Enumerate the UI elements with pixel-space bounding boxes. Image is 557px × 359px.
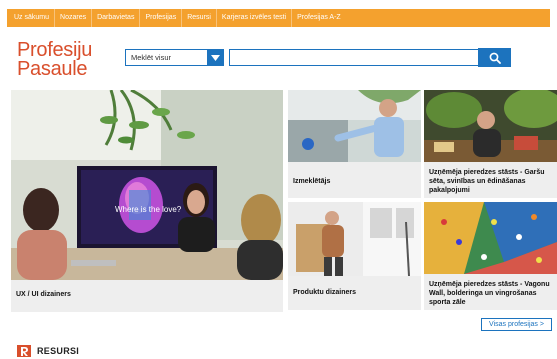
logo-line-2: Pasaule: [17, 58, 88, 80]
tile-investigator[interactable]: Izmeklētājs: [288, 90, 421, 198]
tile-ux-ui-designer[interactable]: Where is the love? UX / UI dizainers: [11, 90, 283, 312]
search-input[interactable]: [229, 49, 479, 66]
site-logo[interactable]: Profesiju Pasaule: [17, 40, 115, 79]
resources-heading: RESURSI: [17, 345, 79, 357]
search-icon: [489, 52, 501, 64]
tile-caption: UX / UI dizainers: [16, 291, 71, 298]
all-professions-link[interactable]: Visas profesijas >: [481, 318, 552, 331]
search-scope-select[interactable]: Meklēt visur: [125, 49, 224, 66]
nav-item-resources[interactable]: Resursi: [182, 9, 217, 27]
tile-entrepreneur-garsu-seta[interactable]: Uzņēmēja pieredzes stāsts - Garšu sēta, …: [424, 90, 557, 198]
tile-caption: Izmeklētājs: [293, 178, 331, 185]
tile-caption: Uzņēmēja pieredzes stāsts - Garšu sēta, …: [429, 169, 545, 194]
nav-item-career-tests[interactable]: Karjeras izvēles testi: [217, 9, 293, 27]
nav-item-industries[interactable]: Nozares: [55, 9, 93, 27]
top-navigation: Uz sākumu Nozares Darbavietas Profesijas…: [7, 9, 550, 27]
resources-title: RESURSI: [37, 346, 80, 356]
tile-caption: Produktu dizainers: [293, 289, 357, 296]
nav-item-professions[interactable]: Profesijas: [140, 9, 183, 27]
chevron-down-icon[interactable]: [207, 49, 224, 66]
logo-line-1: Profesiju: [17, 39, 93, 61]
nav-item-workplaces[interactable]: Darbavietas: [92, 9, 141, 27]
screen-text: Where is the love?: [115, 205, 182, 214]
nav-item-home[interactable]: Uz sākumu: [9, 9, 56, 27]
tile-image-product-designer: [288, 202, 421, 276]
tile-caption: Uzņēmēja pieredzes stāsts - Vagonu Wall,…: [429, 281, 550, 306]
tile-image-investigator: [288, 90, 421, 162]
tile-product-designer[interactable]: Produktu dizainers: [288, 202, 421, 310]
tile-image-office-meeting: Where is the love?: [11, 90, 283, 280]
tile-image-vagonu-wall: [424, 202, 557, 274]
nav-item-professions-az[interactable]: Profesijas A-Z: [292, 9, 346, 27]
tile-entrepreneur-vagonu-wall[interactable]: Uzņēmēja pieredzes stāsts - Vagonu Wall,…: [424, 202, 557, 310]
resources-icon: [17, 345, 31, 357]
search-button[interactable]: [478, 48, 511, 67]
search-scope-value: Meklēt visur: [131, 53, 172, 62]
tile-image-garsu-seta: [424, 90, 557, 162]
